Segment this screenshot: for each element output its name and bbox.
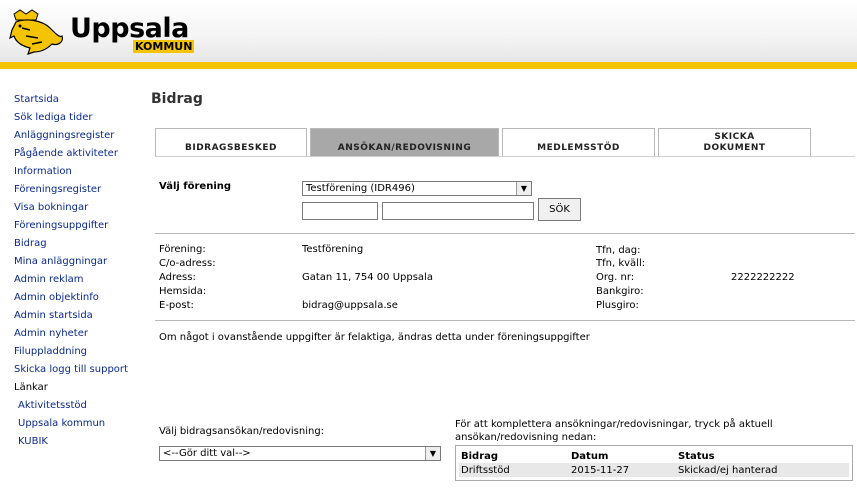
sidebar-item-filuppladdning[interactable]: Filuppladdning [14,345,144,363]
label-co-adress: C/o-adress: [159,258,216,269]
tab-label: BIDRAGSBESKED [184,143,278,153]
sidebar-item-admin-reklam[interactable]: Admin reklam [14,273,144,291]
sidebar-item-skicka-logg[interactable]: Skicka logg till support [14,363,144,381]
value-forening: Testförening [302,244,364,255]
lion-crest-icon [9,9,63,55]
sidebar-item-mina-anlaggningar[interactable]: Mina anläggningar [14,255,144,273]
column-header-status: Status [678,450,715,462]
tab-label: MEDLEMSSTÖD [537,143,620,153]
application-status-table: Bidrag Datum Status Driftsstöd 2015-11-2… [455,445,853,481]
association-select-label: Välj förening [159,181,232,192]
tab-label: ANSÖKAN/REDOVISNING [337,143,472,153]
sidebar-item-foreningsuppgifter[interactable]: Föreningsuppgifter [14,219,144,237]
column-header-datum: Datum [571,450,609,462]
label-org-nr: Org. nr: [596,272,635,283]
table-row[interactable]: Driftsstöd 2015-11-27 Skickad/ej hantera… [459,463,849,477]
label-hemsida: Hemsida: [159,286,207,297]
association-dropdown[interactable]: Testförening (IDR496) ▼ [302,181,532,196]
value-adress: Gatan 11, 754 00 Uppsala [302,272,433,283]
label-tfn-kvall: Tfn, kväll: [596,258,646,269]
logo-sub-wordmark: KOMMUN [133,40,195,53]
cell-status: Skickad/ej hanterad [676,463,849,477]
tab-medlemsstod[interactable]: MEDLEMSSTÖD [502,128,655,156]
tab-skicka-dokument[interactable]: SKICKA DOKUMENT [658,128,811,156]
tab-label: SKICKA DOKUMENT [659,132,810,154]
application-dropdown[interactable]: <--Gör ditt val--> ▼ [159,446,441,461]
sidebar-item-information[interactable]: Information [14,165,144,183]
label-forening: Förening: [159,244,206,255]
page-title: Bidrag [151,91,203,107]
tab-divider [155,156,855,157]
sidebar-link-aktivitetsstod[interactable]: Aktivitetsstöd [14,399,144,417]
cell-datum: 2015-11-27 [569,463,676,477]
info-notice: Om något i ovanstående uppgifter är fela… [159,332,590,343]
sidebar-item-pagaende-aktiviteter[interactable]: Pågående aktiviteter [14,147,144,165]
association-dropdown-value: Testförening (IDR496) [306,183,415,194]
sidebar-item-startsida[interactable]: Startsida [14,93,144,111]
info-top-divider [155,233,855,234]
info-bottom-divider [155,320,855,321]
tab-label-line2: DOKUMENT [703,143,766,153]
site-header: Uppsala KOMMUN [0,0,857,62]
sidebar-item-bidrag[interactable]: Bidrag [14,237,144,255]
cell-bidrag: Driftsstöd [459,463,569,477]
label-plusgiro: Plusgiro: [596,300,639,311]
uppsala-logo[interactable]: Uppsala KOMMUN [8,6,195,56]
column-header-bidrag: Bidrag [461,450,499,462]
search-button[interactable]: SÖK [538,198,581,221]
label-epost: E-post: [159,300,194,311]
sidebar-item-foreningsregister[interactable]: Föreningsregister [14,183,144,201]
header-accent-bar [0,62,857,69]
sidebar-links-heading: Länkar [14,382,48,393]
tab-label-line1: SKICKA [714,132,755,142]
tab-bidragsbesked[interactable]: BIDRAGSBESKED [155,128,307,156]
chevron-down-icon: ▼ [516,182,531,195]
association-name-input[interactable] [382,202,534,220]
application-dropdown-value: <--Gör ditt val--> [163,448,251,459]
sidebar-item-sok-lediga-tider[interactable]: Sök lediga tider [14,111,144,129]
sidebar-item-admin-objektinfo[interactable]: Admin objektinfo [14,291,144,309]
sidebar-item-visa-bokningar[interactable]: Visa bokningar [14,201,144,219]
tab-ansokan-redovisning[interactable]: ANSÖKAN/REDOVISNING [310,128,499,156]
value-org-nr: 2222222222 [731,272,795,283]
value-epost: bidrag@uppsala.se [302,300,398,311]
sidebar-item-anlaggningsregister[interactable]: Anläggningsregister [14,129,144,147]
label-adress: Adress: [159,272,196,283]
table-header-row: Bidrag Datum Status [459,449,849,463]
label-bankgiro: Bankgiro: [596,286,644,297]
sidebar-item-admin-nyheter[interactable]: Admin nyheter [14,327,144,345]
chevron-down-icon: ▼ [425,447,440,460]
sidebar-nav: Startsida Sök lediga tider Anläggningsre… [14,93,144,453]
association-id-input[interactable] [302,202,378,220]
help-text: För att komplettera ansökningar/redovisn… [455,419,773,443]
label-tfn-dag: Tfn, dag: [596,245,641,256]
sidebar-item-admin-startsida[interactable]: Admin startsida [14,309,144,327]
sidebar-link-uppsala-kommun[interactable]: Uppsala kommun [14,417,144,435]
application-select-label: Välj bidragsansökan/redovisning: [159,426,325,437]
sidebar-link-kubik[interactable]: KUBIK [14,435,144,453]
